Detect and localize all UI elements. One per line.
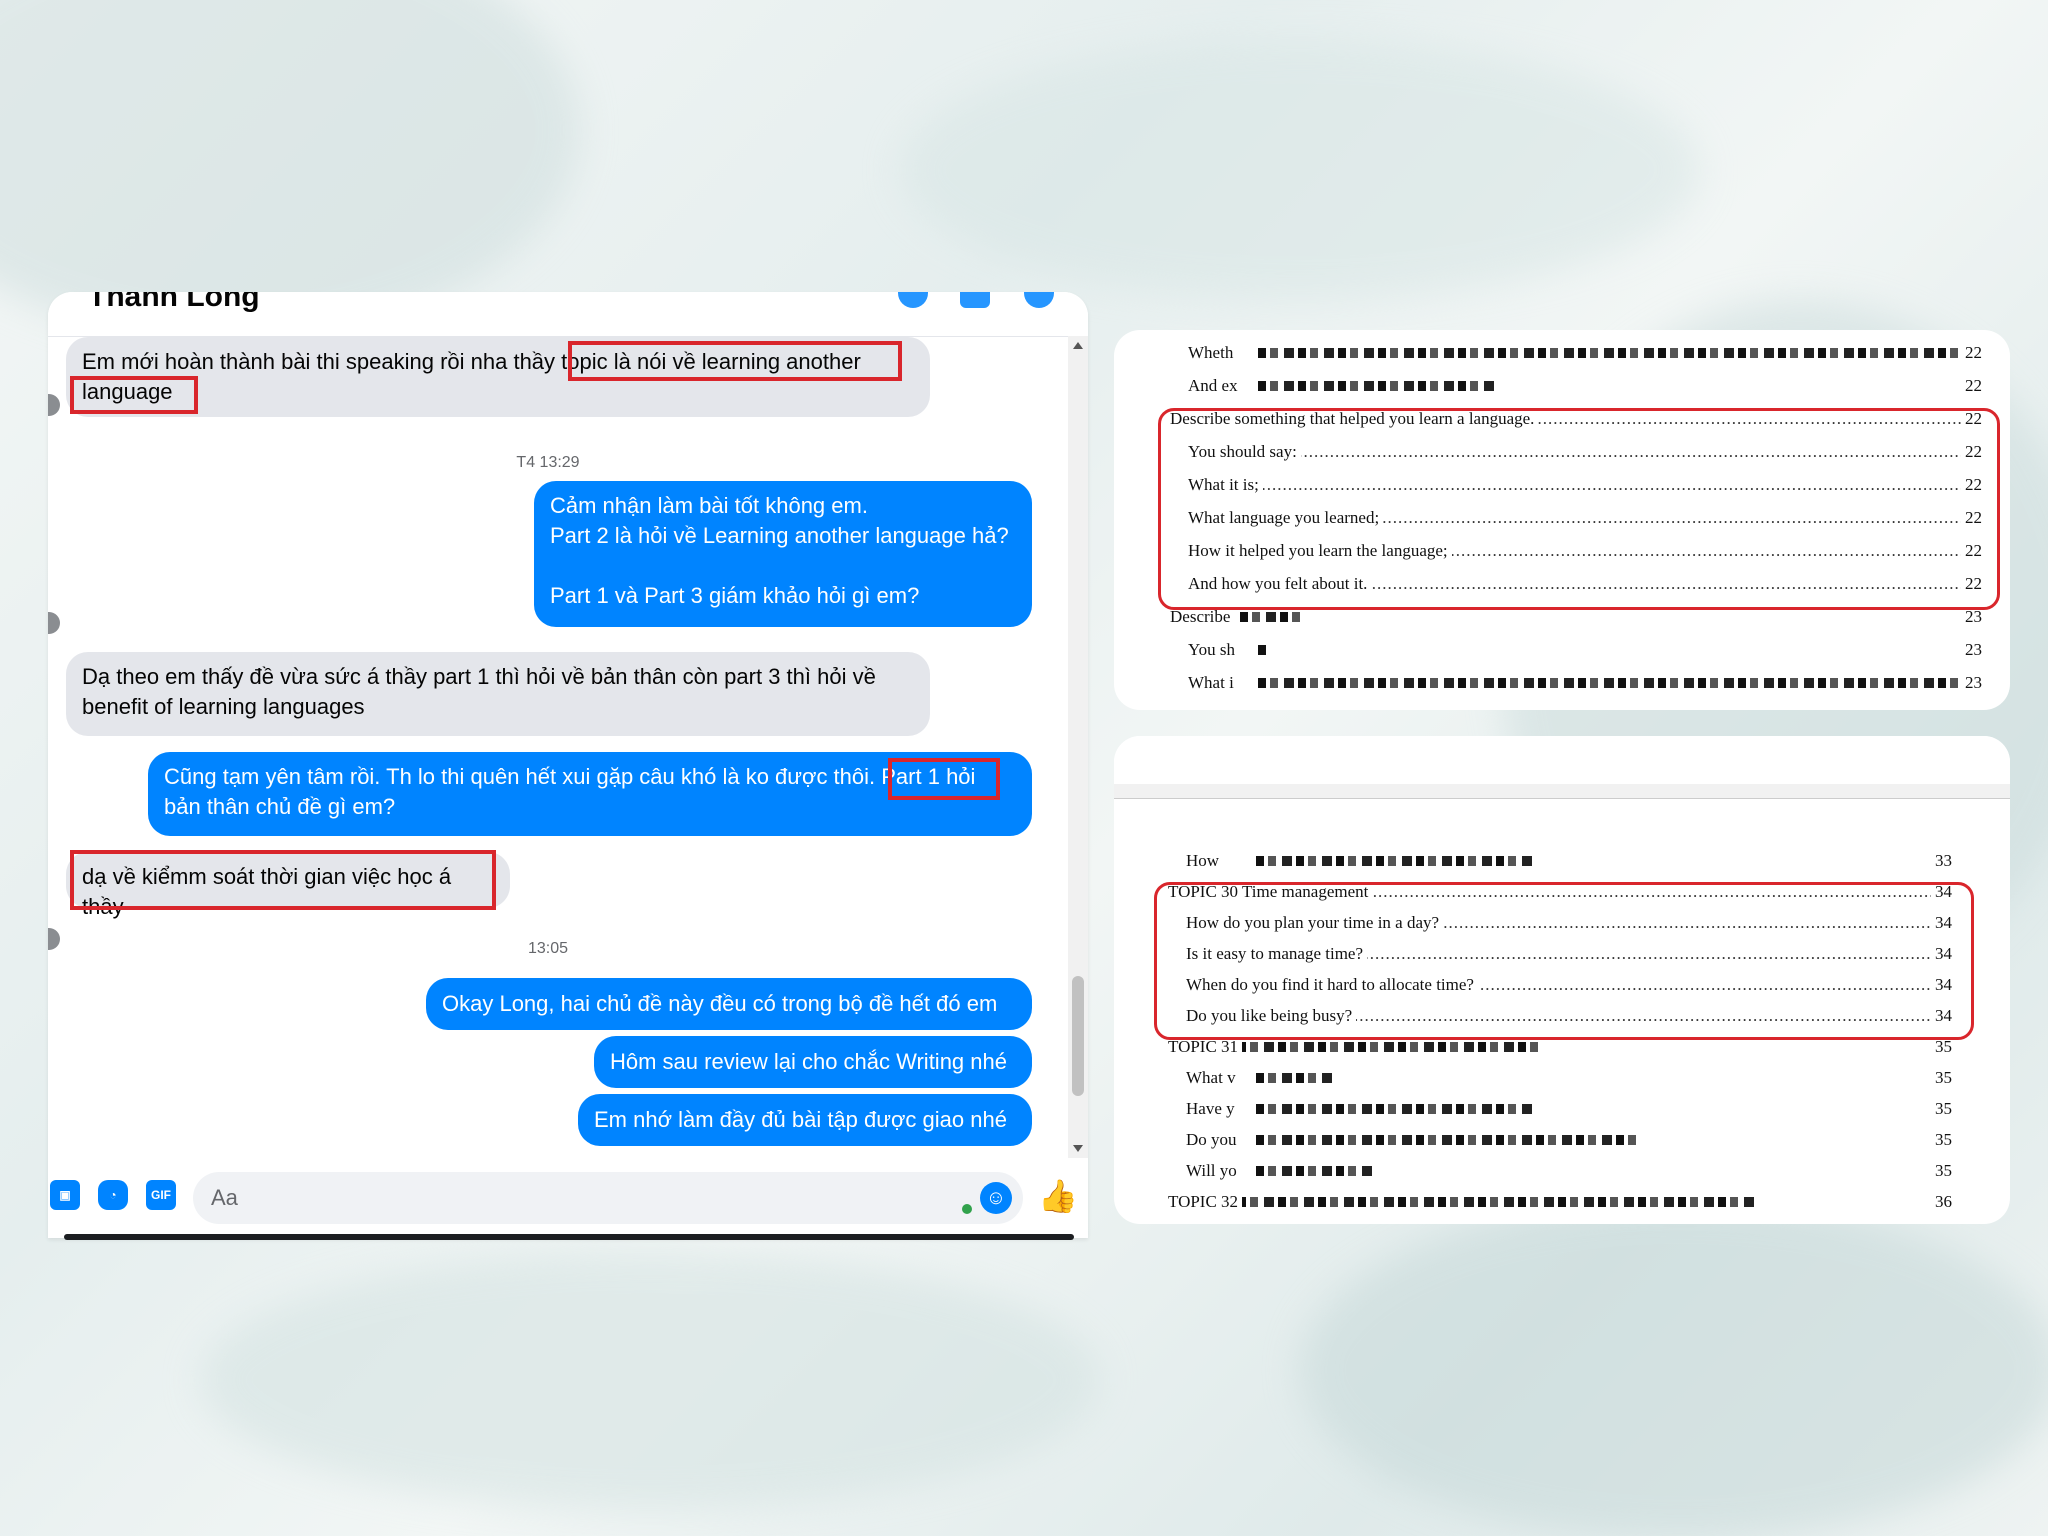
online-status-dot bbox=[962, 1204, 972, 1214]
toc-page-number: 35 bbox=[1931, 1065, 1952, 1091]
emoji-icon[interactable]: ☺ bbox=[980, 1182, 1012, 1214]
message-input[interactable]: Aa bbox=[193, 1172, 1023, 1224]
info-icon[interactable] bbox=[1024, 292, 1054, 308]
scroll-down-icon[interactable] bbox=[1073, 1145, 1083, 1152]
message-bubble-outgoing: Em nhớ làm đầy đủ bài tập được giao nhé bbox=[578, 1094, 1032, 1146]
redacted-text bbox=[1238, 1197, 1758, 1207]
toc-entry-label: Wheth bbox=[1188, 340, 1238, 366]
message-bubble-outgoing: Cũng tạm yên tâm rồi. Th lo thi quên hết… bbox=[148, 752, 1032, 836]
toc-row: What i 23 bbox=[1114, 670, 2010, 696]
toc-row: TOPIC 32 36 bbox=[1114, 1189, 2010, 1215]
toc-page-number: 35 bbox=[1931, 1096, 1952, 1122]
avatar bbox=[48, 612, 60, 634]
message-list: Em mới hoàn thành bài thi speaking rồi n… bbox=[48, 336, 1068, 1158]
redacted-text bbox=[1256, 1104, 1536, 1114]
gif-icon[interactable]: GIF bbox=[146, 1180, 176, 1210]
message-bubble-outgoing: Hôm sau review lại cho chắc Writing nhé bbox=[594, 1036, 1032, 1088]
toc-row: Wheth 22 bbox=[1114, 340, 2010, 366]
toc-row: Will yo 35 bbox=[1114, 1158, 2010, 1184]
table-of-contents-page-1: Wheth 22 And ex 22 Describe something that h… bbox=[1114, 330, 2010, 710]
avatar bbox=[48, 394, 60, 416]
toc-entry-label: What v bbox=[1186, 1065, 1240, 1091]
highlight-box bbox=[1154, 882, 1974, 1040]
message-bubble-outgoing: Okay Long, hai chủ đề này đều có trong b… bbox=[426, 978, 1032, 1030]
call-icon[interactable] bbox=[898, 292, 928, 308]
toc-page-number: 22 bbox=[1961, 340, 1982, 366]
redacted-text bbox=[1256, 856, 1536, 866]
toc-entry-label: Do you bbox=[1186, 1127, 1241, 1153]
message-bubble-incoming: Em mới hoàn thành bài thi speaking rồi n… bbox=[66, 337, 930, 417]
scroll-up-icon[interactable] bbox=[1073, 342, 1083, 349]
redacted-text bbox=[1256, 1135, 1636, 1145]
redacted-text bbox=[1258, 381, 1498, 391]
chat-scrollbar[interactable] bbox=[1068, 336, 1088, 1158]
toc-page-number: 23 bbox=[1961, 670, 1982, 696]
table-of-contents-page-2: How 33 TOPIC 30 Time management...........… bbox=[1114, 736, 2010, 1224]
image-icon[interactable]: ▣ bbox=[50, 1180, 80, 1210]
window-bottom-edge bbox=[64, 1234, 1074, 1240]
redacted-text bbox=[1256, 1166, 1376, 1176]
like-icon[interactable]: 👍 bbox=[1038, 1178, 1078, 1214]
message-bubble-incoming: dạ về kiểmm soát thời gian việc học á th… bbox=[66, 852, 510, 919]
toc-entry-label: How bbox=[1186, 848, 1224, 874]
toc-entry-label: You sh bbox=[1188, 637, 1239, 663]
sticker-icon[interactable]: ◔ bbox=[98, 1180, 128, 1210]
redacted-text bbox=[1240, 612, 1300, 622]
toc-page-number: 35 bbox=[1931, 1158, 1952, 1184]
chat-header: Thành Long bbox=[48, 292, 1088, 337]
message-bubble-incoming: Dạ theo em thấy đề vừa sức á thầy part 1… bbox=[66, 652, 930, 736]
scrollbar-thumb[interactable] bbox=[1072, 976, 1084, 1096]
redacted-text bbox=[1258, 678, 1978, 688]
toc-entry-label: Have y bbox=[1186, 1096, 1239, 1122]
toc-entry-label: Will yo bbox=[1186, 1158, 1241, 1184]
toc-page-number: 23 bbox=[1961, 637, 1982, 663]
toc-row: And ex 22 bbox=[1114, 373, 2010, 399]
toc-entry-label: What i bbox=[1188, 670, 1238, 696]
toc-row: Do you 35 bbox=[1114, 1127, 2010, 1153]
toc-page-number: 22 bbox=[1961, 373, 1982, 399]
toc-page-number: 33 bbox=[1931, 848, 1952, 874]
toc-entry-label: TOPIC 32 bbox=[1168, 1189, 1243, 1215]
redacted-text bbox=[1258, 348, 1978, 358]
redacted-text bbox=[1258, 645, 1268, 655]
toc-entry-label: And ex bbox=[1188, 373, 1242, 399]
timestamp: 13:05 bbox=[527, 940, 569, 957]
highlight-box bbox=[1158, 408, 2000, 610]
toc-row: You sh 23 bbox=[1114, 637, 2010, 663]
toc-page-number: 35 bbox=[1931, 1127, 1952, 1153]
timestamp: T4 13:29 bbox=[516, 454, 580, 471]
redacted-text bbox=[1238, 1042, 1538, 1052]
toc-row: What v 35 bbox=[1114, 1065, 2010, 1091]
redacted-text bbox=[1256, 1073, 1336, 1083]
page-header bbox=[1114, 736, 2010, 786]
toc-row: How 33 bbox=[1114, 848, 2010, 874]
message-bubble-outgoing: Cảm nhận làm bài tốt không em. Part 2 là… bbox=[534, 481, 1032, 627]
message-composer: ▣ ◔ GIF Aa ☺ 👍 bbox=[48, 1158, 1088, 1238]
toc-row: Have y 35 bbox=[1114, 1096, 2010, 1122]
messenger-chat-window: Thành Long Em mới hoàn thành bài thi spe… bbox=[48, 292, 1088, 1238]
toc-page-number: 36 bbox=[1931, 1189, 1952, 1215]
video-call-icon[interactable] bbox=[960, 292, 990, 308]
contact-name: Thành Long bbox=[88, 292, 260, 313]
page-separator bbox=[1114, 784, 2010, 799]
